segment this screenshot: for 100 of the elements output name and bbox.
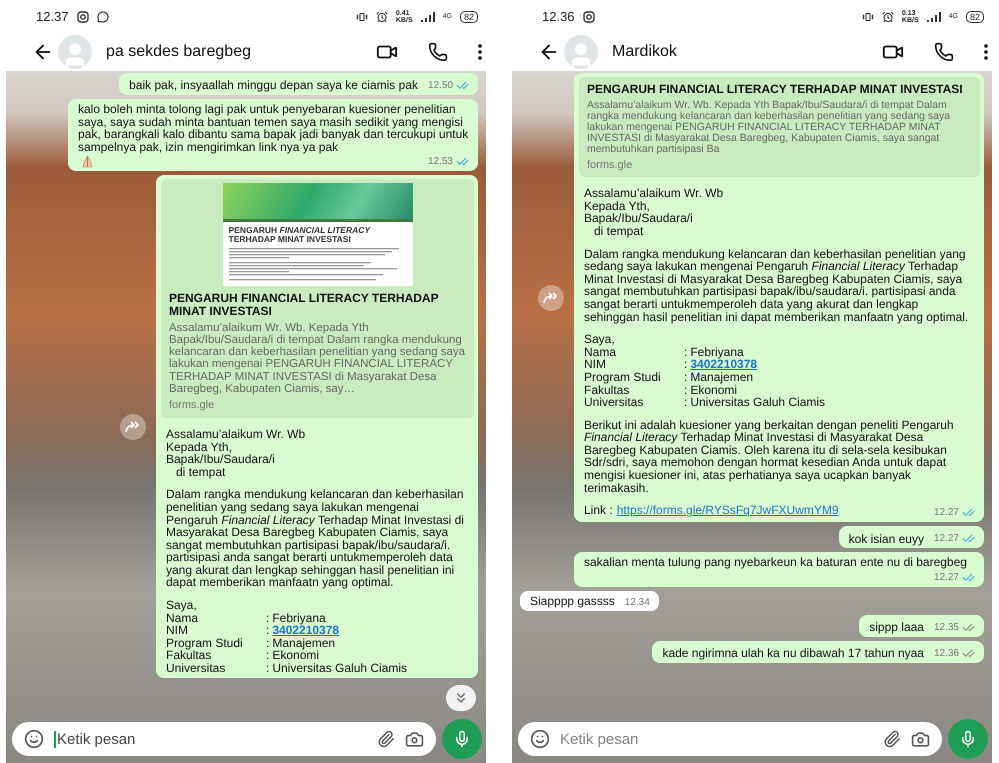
- microphone-button[interactable]: [948, 719, 988, 759]
- field-label: Nama: [584, 346, 618, 358]
- field-value: Ekonomi: [690, 384, 738, 396]
- message-line: Bapak/Ibu/Saudara/i: [584, 212, 694, 225]
- message-line: Bapak/Ibu/Saudara/i: [166, 453, 276, 466]
- message-text: Dalam rangka mendukung kelancaran dan keberhasilan penelitian yang sedang saya lakukan mengenai Pengaruh Financial Literacy Terhadap Minat Investasi di Masyarakat Desa Baregbeg Kabupaten Ciamis, saya sangat membutuhkan partisipasi bapak/ibu/saudara/i. partisipasi anda sangat berarti untukmemperoleh data yang akurat dan lengkap sehinggan hasil penelitian ini dapat memberikan manfaatn yang optimal.: [166, 488, 465, 590]
- camera-app-icon: [582, 10, 595, 22]
- field-separator: :: [266, 612, 270, 624]
- thumbnail-title: PENGARUH FINANCIAL LITERACY TERHADAP MINAT INVESTASI: [228, 226, 372, 244]
- link-label: Link :: [584, 504, 613, 520]
- field-label: Universitas: [166, 662, 226, 675]
- field-label: Fakultas: [166, 649, 212, 662]
- field-label: NIM: [584, 358, 607, 371]
- battery-indicator: 82: [460, 10, 478, 22]
- input-placeholder: Ketik pesan: [560, 730, 638, 748]
- message-text: sakalian menta tulung pang nyebarkeun ka baturan ente nu di baregbeg: [584, 556, 967, 569]
- microphone-icon: [453, 730, 471, 748]
- field-separator: :: [684, 396, 688, 409]
- input-placeholder: Ketik pesan: [57, 730, 136, 748]
- field-label: Program Studi: [584, 370, 662, 384]
- menu-icon: [478, 44, 482, 60]
- battery-indicator: 82: [966, 10, 984, 22]
- message-line: di tempat: [594, 224, 644, 238]
- message-input[interactable]: Ketik pesan: [518, 722, 942, 756]
- message-text: kok isian euyy: [848, 532, 924, 546]
- vibrate-icon: [356, 10, 368, 22]
- phone-number-link[interactable]: 3402210378: [690, 358, 758, 371]
- share-arrow-icon: [125, 420, 141, 432]
- menu-button[interactable]: [984, 44, 988, 60]
- contact-name[interactable]: pa sekdes baregbeg: [106, 43, 346, 61]
- message-line: Kepada Yth,: [166, 440, 232, 454]
- message-line: Assalamu’alaikum Wr. Wb: [166, 428, 306, 441]
- sticker-icon[interactable]: [530, 729, 550, 749]
- message-input[interactable]: Ketik pesan: [12, 722, 436, 756]
- alarm-icon: [882, 10, 894, 22]
- signal-icon: [926, 12, 941, 22]
- phone-number-link[interactable]: 3402210378: [272, 624, 340, 637]
- field-value: Universitas Galuh Ciamis: [690, 396, 826, 409]
- field-value: Ekonomi: [272, 649, 320, 662]
- status-time: 12.37: [36, 9, 69, 24]
- alarm-icon: [376, 10, 388, 22]
- field-label: Fakultas: [584, 384, 630, 396]
- call-button[interactable]: [428, 42, 448, 62]
- field-value: Febriyana: [272, 612, 326, 624]
- preview-title: PENGARUH FINANCIAL LITERACY TERHADAP MINAT INVESTASI: [169, 292, 440, 318]
- microphone-button[interactable]: [442, 719, 482, 759]
- field-separator: :: [684, 358, 688, 371]
- preview-description: Assalamu’alaikum Wr. Wb. Kepada Yth Bapak/Ibu/Saudara/i di tempat Dalam rangka mendukung kelancaran dan keberhasilan penelitian yang sedang saya lakukan mengenai PENGARUH FINANCIAL LITERACY TERHADAP MINAT INVESTASI di Masyarakat Desa Baregbeg, Kabupaten Ciamis, say…: [169, 322, 466, 396]
- field-separator: :: [266, 624, 270, 637]
- field-separator: :: [684, 346, 688, 358]
- message-time: 12.34: [624, 596, 650, 608]
- message-text: Siapppp gassss: [530, 595, 615, 608]
- camera-icon[interactable]: [911, 730, 930, 748]
- message-time: 12.35: [934, 622, 959, 633]
- field-label: Universitas: [584, 396, 644, 409]
- message-text: baik pak, insyaallah minggu depan saya ke ciamis pak: [129, 79, 418, 92]
- phone-icon: [428, 42, 448, 62]
- message-line: Assalamu’alaikum Wr. Wb: [584, 187, 724, 200]
- message-line: di tempat: [176, 466, 226, 478]
- preview-title: PENGARUH FINANCIAL LITERACY TERHADAP MINAT INVESTASI: [587, 83, 964, 96]
- message-text: sippp laaa: [869, 621, 924, 634]
- status-time: 12.36: [542, 9, 575, 24]
- field-separator: :: [684, 370, 688, 384]
- message-text: Dalam rangka mendukung kelancaran dan keberhasilan penelitian yang sedang saya lakukan mengenai Pengaruh Financial Literacy Terhadap Minat Investasi di Masyarakat Desa Baregbeg Kabupaten Ciamis, saya sangat membutuhkan partisipasi bapak/ibu/saudara/i. partisipasi anda sangat berarti untukmemperoleh data yang akurat dan lengkap sehinggan hasil penelitian ini dapat memberikan manfaatn yang optimal.: [584, 248, 970, 324]
- message-line: Kepada Yth,: [584, 200, 650, 212]
- menu-icon: [984, 44, 988, 60]
- field-separator: :: [266, 636, 270, 650]
- vibrate-icon: [862, 10, 874, 22]
- share-button[interactable]: [120, 414, 146, 440]
- menu-button[interactable]: [478, 44, 482, 60]
- preview-domain: forms.gle: [169, 399, 216, 412]
- call-button[interactable]: [934, 42, 954, 62]
- camera-app-icon: [76, 10, 89, 22]
- camera-icon[interactable]: [405, 730, 424, 748]
- share-button[interactable]: [538, 284, 564, 311]
- field-value: Febriyana: [690, 346, 744, 358]
- message-time: 12.27: [934, 507, 959, 518]
- form-link[interactable]: https://forms.gle/RYSsFq7JwFXUwmYM9: [616, 504, 839, 520]
- message-time: 12.27: [934, 572, 959, 583]
- preview-domain: forms.gle: [587, 158, 634, 172]
- link-preview[interactable]: [579, 77, 980, 178]
- share-arrow-icon: [543, 292, 559, 304]
- message-time: 12.27: [934, 533, 959, 544]
- signal-icon: [420, 12, 435, 22]
- field-label: Nama: [166, 612, 200, 624]
- message-text: kalo boleh minta tolong lagi pak untuk penyebaran kuesioner penelitian saya, saya sudah minta bantuan temen saya masih sedikit yang mengisi pak, barangkali kalo dibantu sama bapak jadi banyak dan tercukupi untuk sampelnya pak, izin mengirimkan link nya ya pak: [78, 103, 469, 154]
- message-line: Saya,: [166, 599, 198, 612]
- attach-icon[interactable]: [377, 730, 395, 748]
- field-separator: :: [266, 662, 270, 675]
- contact-name[interactable]: Mardikok: [612, 43, 852, 61]
- link-preview[interactable]: [161, 179, 474, 418]
- scroll-down-button[interactable]: [446, 685, 476, 711]
- sticker-icon[interactable]: [24, 729, 44, 749]
- field-label: NIM: [166, 624, 189, 637]
- field-value: Universitas Galuh Ciamis: [272, 662, 408, 675]
- message-text: Berikut ini adalah kuesioner yang berkaitan dengan peneliti Pengaruh Financial Literacy Terhadap Minat Investasi di Masyarakat Desa Baregbeg Kabupaten Ciamis. Oleh karena itu di sela-sela kesibukan Sdr/sdri, saya memohon dengan hormat kesedian Anda untuk dapat mengisi kuesioner ini, atas perhatianya saya ucapkan banyak terimakasih.: [584, 418, 955, 494]
- message-time: 12.50: [428, 80, 453, 91]
- attach-icon[interactable]: [883, 730, 901, 748]
- message-text: kade ngirimna ulah ka nu dibawah 17 tahun nyaa: [662, 647, 924, 660]
- field-value: Manajemen: [690, 370, 754, 384]
